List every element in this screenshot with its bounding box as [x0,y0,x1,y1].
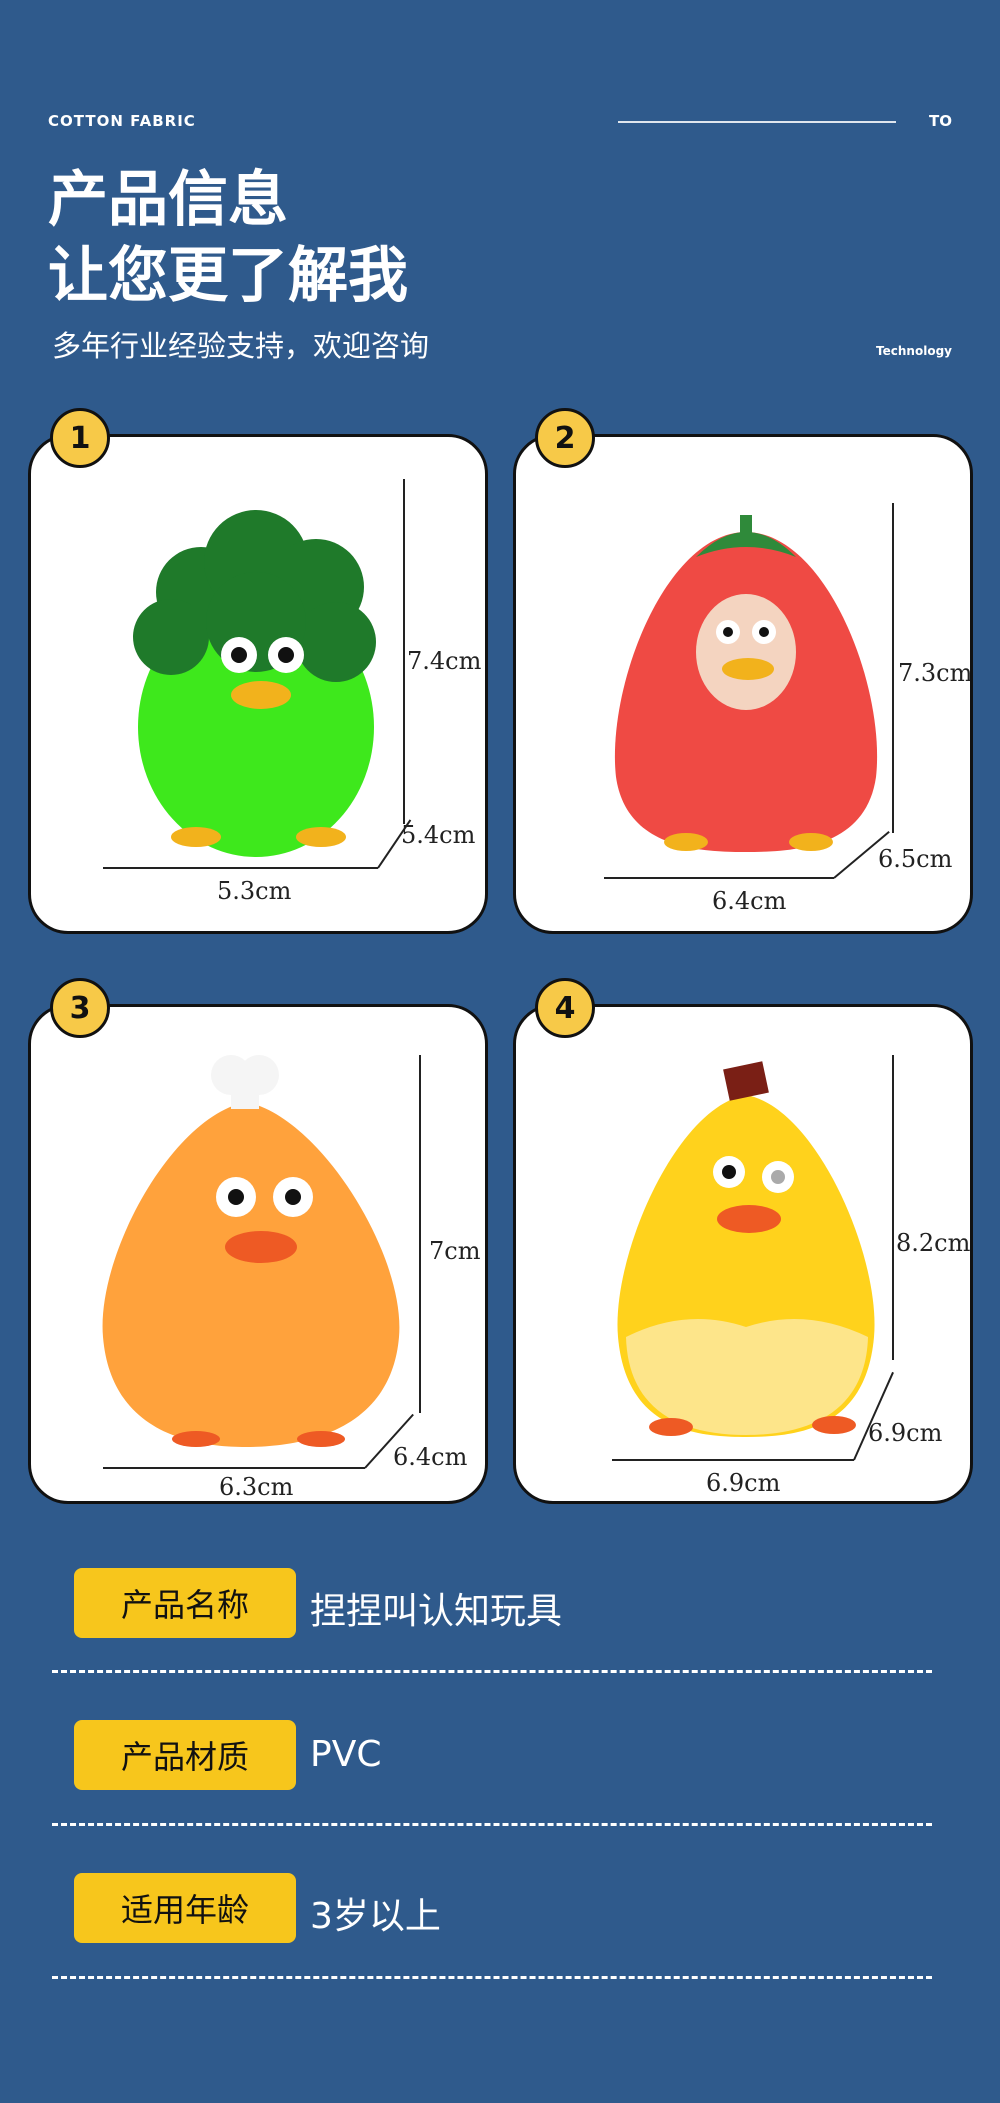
spec-row-age: 适用年龄 3岁以上 [74,1873,954,1943]
height-line [892,1055,894,1360]
width-line [604,877,834,879]
depth-label: 5.4cm [401,821,476,849]
width-line [103,1467,365,1469]
title-line-2: 让您更了解我 [48,241,408,311]
page-title: 产品信息 让您更了解我 [48,162,408,314]
product-card-3: 7cm 6.4cm 6.3cm [28,1004,488,1504]
width-label: 6.9cm [706,1469,781,1497]
to-label: TO [929,112,952,130]
badge-1: 1 [50,408,110,468]
badge-3: 3 [50,978,110,1038]
spec-value: 捏捏叫认知玩具 [310,1591,563,1632]
product-card-1: 7.4cm 5.4cm 5.3cm [28,434,488,934]
depth-label: 6.9cm [868,1419,943,1447]
spec-label: 适用年龄 [74,1873,296,1943]
height-label: 7.4cm [407,647,482,675]
top-bar: COTTON FABRIC TO [48,112,952,132]
height-line [892,503,894,833]
page-subtitle: 多年行业经验支持，欢迎咨询 [52,329,430,363]
spec-row-name: 产品名称 捏捏叫认知玩具 [74,1568,954,1638]
badge-2: 2 [535,408,595,468]
dashed-divider [52,1976,932,1979]
spec-value: 3岁以上 [310,1896,441,1937]
height-line [419,1055,421,1413]
dashed-divider [52,1823,932,1826]
broccoli-duck-image [133,510,376,857]
spec-value: PVC [310,1734,382,1775]
spec-row-material: 产品材质 PVC [74,1720,954,1790]
height-line [403,479,405,824]
width-label: 5.3cm [217,877,292,905]
product-card-4: 8.2cm 6.9cm 6.9cm [513,1004,973,1504]
width-label: 6.4cm [712,887,787,915]
height-label: 7cm [429,1237,481,1265]
width-label: 6.3cm [219,1473,294,1501]
spec-label: 产品名称 [74,1568,296,1638]
height-label: 7.3cm [898,659,973,687]
title-line-1: 产品信息 [48,165,288,235]
dashed-divider [52,1670,932,1673]
spec-label: 产品材质 [74,1720,296,1790]
badge-4: 4 [535,978,595,1038]
depth-label: 6.4cm [393,1443,468,1471]
brand-label: COTTON FABRIC [48,112,196,130]
width-line [103,867,378,869]
tech-label: Technology [876,344,952,358]
divider-line [618,121,896,123]
depth-label: 6.5cm [878,845,953,873]
width-line [612,1459,854,1461]
height-label: 8.2cm [896,1229,971,1257]
product-card-2: 7.3cm 6.5cm 6.4cm [513,434,973,934]
